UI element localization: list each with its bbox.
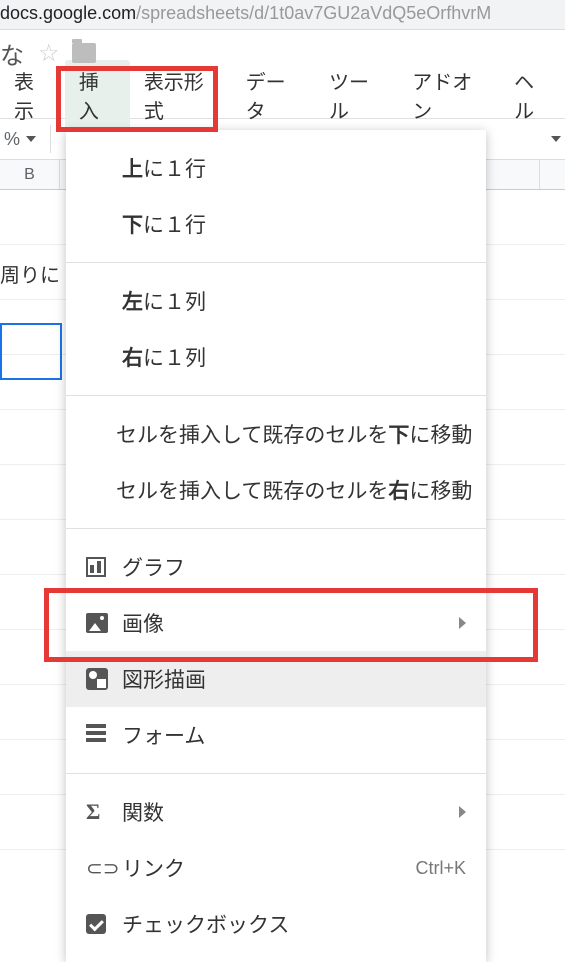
menu-item-row-below[interactable]: 下に１行 xyxy=(66,196,486,252)
toolbar-separator xyxy=(50,125,51,153)
cell-text: 周りに xyxy=(0,245,62,299)
menu-separator xyxy=(66,262,486,263)
menu-item-row-above[interactable]: 上に１行 xyxy=(66,140,486,196)
menu-item-label: フォーム xyxy=(122,720,466,750)
checkbox-icon xyxy=(86,914,122,934)
submenu-arrow-icon xyxy=(459,806,466,818)
sigma-icon: Σ xyxy=(86,799,122,825)
menu-item-col-right[interactable]: 右に１列 xyxy=(66,329,486,385)
menu-item-checkbox[interactable]: チェックボックス xyxy=(66,896,486,952)
menu-separator xyxy=(66,528,486,529)
menu-item-label: グラフ xyxy=(122,552,466,582)
menu-item-label: 下に１行 xyxy=(122,209,466,239)
menu-item-label: セルを挿入して既存のセルを下に移動 xyxy=(86,419,472,449)
menu-separator xyxy=(66,395,486,396)
menu-item-label: 図形描画 xyxy=(122,664,466,694)
menu-item-shift-cells-down[interactable]: セルを挿入して既存のセルを下に移動 xyxy=(66,406,486,462)
chart-icon xyxy=(86,557,122,577)
menu-format[interactable]: 表示形式 xyxy=(130,60,232,130)
menu-item-chart[interactable]: グラフ xyxy=(66,539,486,595)
menu-item-label: 関数 xyxy=(122,797,459,827)
menu-item-link[interactable]: ⊂⊃ リンク Ctrl+K xyxy=(66,840,486,896)
chevron-down-icon xyxy=(551,136,561,142)
menu-help[interactable]: ヘル xyxy=(500,60,565,130)
toolbar-right-dropdown[interactable] xyxy=(551,136,561,142)
menu-item-label: 左に１列 xyxy=(122,286,466,316)
folder-icon[interactable] xyxy=(72,43,96,63)
menu-item-col-left[interactable]: 左に１列 xyxy=(66,273,486,329)
menu-item-label: チェックボックス xyxy=(122,909,466,939)
menu-item-function[interactable]: Σ 関数 xyxy=(66,784,486,840)
drawing-icon xyxy=(86,668,122,690)
menu-item-label: 上に１行 xyxy=(122,153,466,183)
column-header-B[interactable]: B xyxy=(0,160,60,189)
menu-separator xyxy=(66,773,486,774)
zoom-dropdown[interactable]: % xyxy=(4,129,36,150)
menu-item-shortcut: Ctrl+K xyxy=(415,858,466,879)
insert-menu-dropdown: 上に１行 下に１行 左に１列 右に１列 セルを挿入して既存のセルを下に移動 セル… xyxy=(66,130,486,962)
image-icon xyxy=(86,613,122,633)
menu-bar: 表示 挿入 表示形式 データ ツール アドオン ヘル xyxy=(0,72,565,118)
menu-item-label: 画像 xyxy=(122,608,459,638)
url-path: /spreadsheets/d/1t0av7GU2aVdQ5eOrfhvrM xyxy=(136,3,491,23)
menu-tools[interactable]: ツール xyxy=(315,60,398,130)
menu-item-label: リンク xyxy=(122,853,415,883)
menu-data[interactable]: データ xyxy=(232,60,315,130)
menu-view[interactable]: 表示 xyxy=(0,60,65,130)
menu-item-label: 右に１列 xyxy=(122,342,466,372)
menu-insert[interactable]: 挿入 xyxy=(65,60,130,130)
form-icon xyxy=(86,724,122,746)
chevron-down-icon xyxy=(26,136,36,142)
menu-item-form[interactable]: フォーム xyxy=(66,707,486,763)
submenu-arrow-icon xyxy=(459,617,466,629)
url-domain: docs.google.com xyxy=(0,3,136,23)
menu-item-image[interactable]: 画像 xyxy=(66,595,486,651)
zoom-percent-suffix: % xyxy=(4,129,20,150)
browser-url-bar: docs.google.com/spreadsheets/d/1t0av7GU2… xyxy=(0,0,565,30)
menu-item-drawing[interactable]: 図形描画 xyxy=(66,651,486,707)
menu-addons[interactable]: アドオン xyxy=(398,60,500,130)
menu-item-label: セルを挿入して既存のセルを右に移動 xyxy=(86,475,472,505)
link-icon: ⊂⊃ xyxy=(86,856,122,881)
menu-item-shift-cells-right[interactable]: セルを挿入して既存のセルを右に移動 xyxy=(66,462,486,518)
